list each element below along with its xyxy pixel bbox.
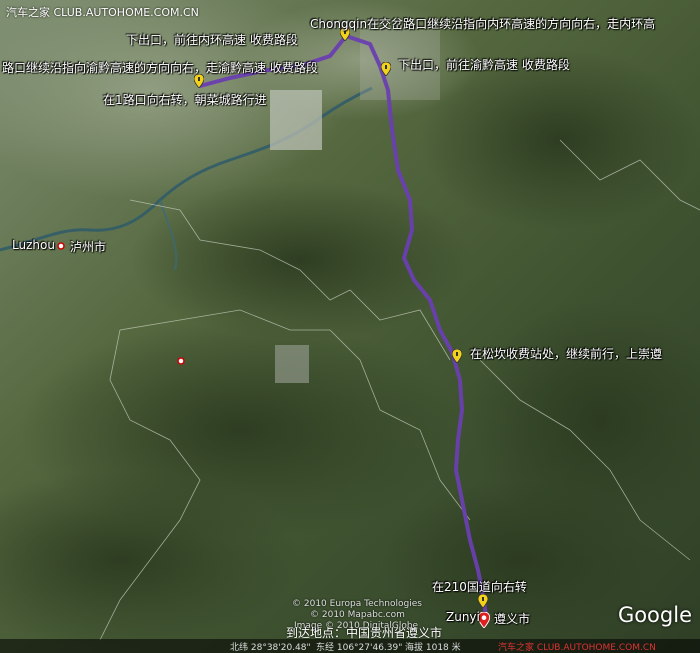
direction-label: 在210国道向右转: [432, 580, 527, 594]
direction-label: Chongqin在交岔路口继续沿指向内环高速的方向向右，走内环高: [310, 17, 656, 31]
google-logo: Google: [617, 603, 692, 627]
city-label-en: Zunyi: [446, 610, 480, 624]
watermark: 汽车之家 CLUB.AUTOHOME.COM.CN: [498, 643, 656, 653]
city-label-cn: 遵义市: [494, 612, 531, 626]
direction-label: 下出口，前往渝黔高速 收费路段: [398, 58, 570, 72]
watermark: 汽车之家 CLUB.AUTOHOME.COM.CN: [6, 6, 199, 19]
direction-label: 在1路口向右转，朝菜城路行进: [103, 93, 267, 107]
elevation-readout: 海拔 1018 米: [405, 643, 461, 653]
waypoint-pin-icon[interactable]: [478, 594, 488, 608]
direction-label: 路口继续沿指向渝黔高速的方向向右，走渝黔高速 收费路段: [2, 61, 318, 75]
copyright-line: © 2010 Mapabc.com: [310, 610, 405, 620]
city-marker-icon: [177, 357, 185, 365]
status-bar: 北纬 28°38'20.48" 东经 106°27'46.39" 海拔 1018…: [0, 639, 700, 653]
longitude-readout: 东经 106°27'46.39": [316, 643, 403, 653]
latitude-readout: 北纬 28°38'20.48": [230, 643, 311, 653]
city-label-cn: 泸州市: [70, 240, 107, 254]
city-marker-icon: [57, 242, 65, 250]
direction-label: 下出口，前往内环高速 收费路段: [126, 33, 298, 47]
satellite-map[interactable]: 汽车之家 CLUB.AUTOHOME.COM.CN Chongqin在交岔路口继…: [0, 0, 700, 653]
copyright-line: © 2010 Europa Technologies: [292, 599, 422, 609]
city-label-en: Luzhou: [12, 238, 55, 252]
waypoint-pin-icon[interactable]: [381, 62, 391, 76]
waypoint-pin-icon[interactable]: [452, 349, 462, 363]
waypoint-pin-icon[interactable]: [194, 74, 204, 88]
direction-label: 在松坎收费站处，继续前行，上崇遵: [470, 347, 663, 361]
